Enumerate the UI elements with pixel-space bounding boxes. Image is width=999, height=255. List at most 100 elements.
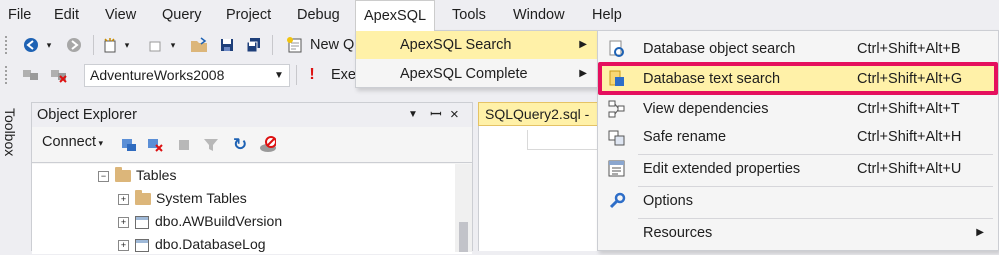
table-icon — [135, 238, 149, 252]
forward-icon[interactable] — [65, 36, 83, 54]
menu-tools[interactable]: Tools — [444, 0, 494, 30]
tree-node-table[interactable]: + dbo.AWBuildVersion — [118, 210, 282, 232]
expand-icon[interactable]: + — [118, 193, 129, 205]
new-project-icon[interactable] — [101, 36, 119, 54]
menu-item-apexsql-complete[interactable]: ApexSQL Complete ▶ — [356, 60, 597, 88]
vertical-scrollbar[interactable] — [455, 164, 472, 252]
menu-item-label: Options — [643, 193, 693, 209]
tree-node-system-tables[interactable]: + System Tables — [118, 187, 247, 209]
new-query-label[interactable]: New Q — [310, 30, 354, 60]
menu-item-label: Resources — [643, 225, 713, 241]
chevron-down-icon[interactable]: ▼ — [272, 65, 286, 86]
menu-item-label: View dependencies — [643, 101, 769, 117]
collapse-icon[interactable]: − — [98, 170, 109, 182]
toolbox-tab[interactable]: Toolbox — [2, 108, 18, 156]
object-explorer-title: Object Explorer — [37, 107, 137, 123]
window-position-icon[interactable]: ▼ — [408, 103, 418, 127]
menu-item-edit-extended-properties[interactable]: Edit extended properties Ctrl+Shift+Alt+… — [598, 154, 998, 184]
menu-item-resources[interactable]: Resources ▶ — [598, 218, 998, 248]
menu-item-database-object-search[interactable]: Database object search Ctrl+Shift+Alt+B — [598, 34, 998, 64]
toolbar-grip[interactable] — [4, 35, 8, 55]
menu-item-apexsql-search[interactable]: ApexSQL Search ▶ — [356, 31, 597, 59]
menu-project[interactable]: Project — [218, 0, 279, 30]
menu-item-view-dependencies[interactable]: View dependencies Ctrl+Shift+Alt+T — [598, 94, 998, 124]
separator — [93, 35, 94, 55]
connect-button[interactable]: Connect ▾ — [42, 134, 103, 150]
object-explorer-titlebar: Object Explorer ▼ ꟷ × — [32, 103, 472, 127]
toolbar-grip[interactable] — [4, 65, 8, 85]
back-icon[interactable] — [22, 36, 40, 54]
connect-label: Connect — [42, 134, 97, 150]
add-item-icon[interactable] — [146, 36, 164, 54]
object-explorer-panel: Object Explorer ▼ ꟷ × Connect ▾ ↻ − Table… — [31, 102, 473, 254]
menu-view[interactable]: View — [97, 0, 144, 30]
tree-node-label: dbo.AWBuildVersion — [155, 213, 283, 229]
menu-item-shortcut: Ctrl+Shift+Alt+B — [857, 41, 961, 57]
dropdown-arrow-icon[interactable]: ▾ — [40, 36, 58, 54]
pin-icon[interactable]: ꟷ — [430, 103, 442, 127]
document-tab-sqlquery2[interactable]: SQLQuery2.sql - ( — [478, 102, 598, 144]
editor-margin-box — [527, 130, 599, 150]
tree-node-label: dbo.DatabaseLog — [155, 236, 266, 252]
menu-item-shortcut: Ctrl+Shift+Alt+U — [857, 161, 962, 177]
menu-item-label: Safe rename — [643, 129, 727, 145]
refresh-icon[interactable]: ↻ — [231, 135, 249, 154]
menu-item-label: Database text search — [643, 71, 781, 87]
db-text-search-icon — [608, 70, 626, 88]
menu-apexsql[interactable]: ApexSQL — [355, 0, 436, 31]
save-all-icon[interactable] — [245, 36, 263, 54]
close-icon[interactable]: × — [450, 103, 459, 127]
menu-item-label: Edit extended properties — [643, 161, 801, 177]
expand-icon[interactable]: + — [118, 239, 129, 251]
stop-icon[interactable] — [175, 136, 193, 154]
safe-rename-icon — [608, 128, 626, 146]
menu-item-label: Database object search — [643, 41, 796, 57]
tree-node-table[interactable]: + dbo.DatabaseLog — [118, 233, 266, 255]
save-icon[interactable] — [218, 36, 236, 54]
dropdown-arrow-icon[interactable]: ▾ — [164, 36, 182, 54]
new-query-icon[interactable] — [284, 36, 306, 54]
folder-icon — [115, 167, 131, 183]
menu-item-database-text-search[interactable]: Database text search Ctrl+Shift+Alt+G — [598, 64, 998, 94]
tree-node-label: System Tables — [156, 190, 247, 206]
execute-label[interactable]: Exe — [331, 60, 356, 90]
disconnect-icon[interactable] — [50, 66, 68, 84]
object-explorer-toolbar: Connect ▾ ↻ — [32, 127, 472, 163]
menu-item-shortcut: Ctrl+Shift+Alt+H — [857, 129, 962, 145]
menu-query[interactable]: Query — [154, 0, 210, 30]
connect-object-explorer-icon[interactable] — [120, 136, 138, 154]
execute-icon[interactable]: ! — [303, 66, 321, 84]
activity-monitor-icon[interactable] — [258, 136, 276, 154]
expand-icon[interactable]: + — [118, 216, 129, 228]
menu-help[interactable]: Help — [584, 0, 630, 30]
disconnect-object-explorer-icon[interactable] — [146, 136, 164, 154]
dropdown-arrow-icon[interactable]: ▾ — [118, 36, 136, 54]
options-wrench-icon — [608, 192, 626, 210]
filter-icon[interactable] — [202, 136, 220, 154]
menu-item-options[interactable]: Options — [598, 186, 998, 216]
separator — [296, 65, 297, 85]
menu-item-shortcut: Ctrl+Shift+Alt+T — [857, 101, 960, 117]
menu-item-label: ApexSQL Search — [400, 37, 512, 53]
menu-window[interactable]: Window — [505, 0, 573, 30]
menu-item-shortcut: Ctrl+Shift+Alt+G — [857, 71, 963, 87]
submenu-arrow-icon: ▶ — [579, 68, 587, 79]
object-explorer-tree: − Tables + System Tables + dbo.AWBuildVersi… — [32, 164, 472, 254]
table-icon — [135, 215, 149, 229]
apexsql-search-submenu: Database object search Ctrl+Shift+Alt+B … — [597, 30, 999, 251]
tree-node-tables[interactable]: − Tables — [98, 164, 176, 186]
apexsql-menu: ApexSQL Search ▶ ApexSQL Complete ▶ — [355, 30, 598, 88]
database-selected-value: AdventureWorks2008 — [90, 67, 225, 83]
menu-debug[interactable]: Debug — [289, 0, 348, 30]
menu-item-safe-rename[interactable]: Safe rename Ctrl+Shift+Alt+H — [598, 122, 998, 152]
menu-edit[interactable]: Edit — [46, 0, 87, 30]
submenu-arrow-icon: ▶ — [579, 39, 587, 50]
database-selector[interactable]: AdventureWorks2008 ▼ — [84, 64, 290, 87]
connect-icon[interactable] — [22, 66, 40, 84]
toolbox-strip: Toolbox — [0, 100, 30, 251]
menu-file[interactable]: File — [0, 0, 39, 30]
open-folder-icon[interactable] — [190, 36, 208, 54]
extended-properties-icon — [608, 160, 626, 178]
menu-item-label: ApexSQL Complete — [400, 66, 528, 82]
scrollbar-thumb[interactable] — [459, 222, 468, 252]
